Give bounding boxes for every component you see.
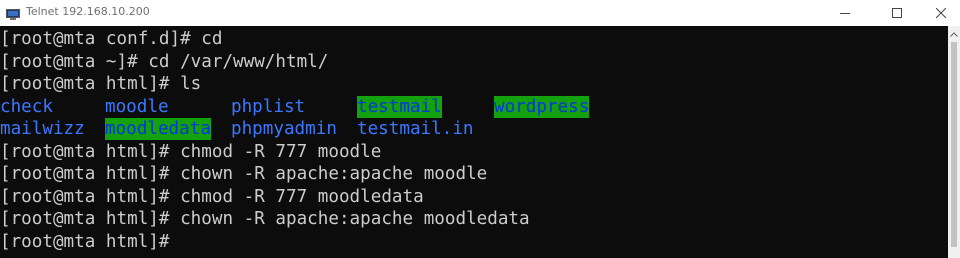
telnet-window: Telnet 192.168.10.200 [root@mta conf.d]#… — [0, 0, 960, 258]
vertical-scrollbar[interactable] — [948, 26, 960, 258]
ls-entry-moodle: moodle — [105, 96, 169, 117]
close-button[interactable] — [918, 0, 960, 26]
window-title: Telnet 192.168.10.200 — [26, 5, 150, 18]
close-icon — [936, 8, 946, 18]
terminal-line: [root@mta html]# ls — [0, 74, 202, 94]
scroll-up-arrow-icon — [950, 31, 958, 37]
terminal-prompt: [root@mta html]# — [0, 231, 181, 252]
maximize-icon — [892, 8, 902, 18]
terminal-line: [root@mta html]# chmod -R 777 moodle — [0, 141, 382, 162]
ls-output-row: mailwizz moodledata phpmyadmin testmail.… — [0, 118, 948, 141]
terminal-line: [root@mta ~]# cd /var/www/html/ — [0, 51, 329, 72]
terminal-line: [root@mta conf.d]# cd — [0, 29, 223, 49]
title-bar[interactable]: Telnet 192.168.10.200 — [0, 0, 960, 26]
ls-output-row: check moodle phplist testmail wordpress — [0, 95, 948, 119]
terminal-app-icon — [6, 6, 20, 20]
minimize-icon — [840, 13, 850, 14]
terminal-lines: [root@mta conf.d]# cd [root@mta ~]# cd /… — [0, 28, 948, 253]
ls-entry-moodledata: moodledata — [105, 118, 211, 140]
maximize-button[interactable] — [874, 0, 920, 26]
ls-entry-phpmyadmin: phpmyadmin — [231, 119, 337, 139]
ls-entry-phplist: phplist — [231, 96, 306, 117]
scrollbar-thumb[interactable] — [951, 42, 957, 247]
terminal-line: [root@mta html]# chown -R apache:apache … — [0, 164, 488, 184]
scroll-up-button[interactable] — [948, 29, 960, 39]
terminal-line: [root@mta html]# chown -R apache:apache … — [0, 209, 530, 229]
ls-entry-check: check — [0, 96, 53, 117]
ls-entry-testmail: testmail — [357, 95, 442, 118]
ls-entry-wordpress: wordpress — [494, 95, 590, 118]
ls-entry-mailwizz: mailwizz — [0, 119, 85, 139]
terminal-output[interactable]: [root@mta conf.d]# cd [root@mta ~]# cd /… — [0, 26, 948, 258]
minimize-button[interactable] — [822, 0, 868, 26]
terminal-line: [root@mta html]# chmod -R 777 moodledata — [0, 186, 424, 207]
ls-entry-testmail-in: testmail.in — [357, 119, 474, 139]
